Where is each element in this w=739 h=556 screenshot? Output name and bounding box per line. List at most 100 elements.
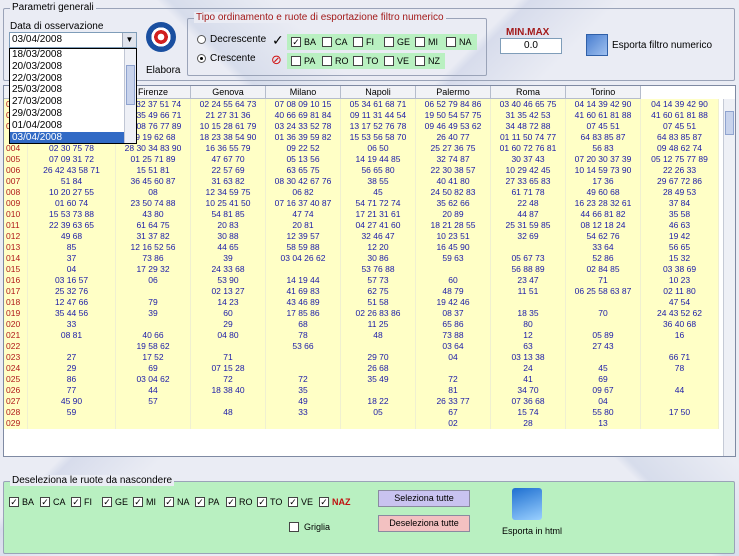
table-row[interactable]: 008 10 20 27 55 08 12 34 59 75 06 82 45 24 50 … (4, 187, 725, 198)
table-row[interactable]: 019 35 44 56 39 60 17 85 86 02 26 83 86 08 37 1… (4, 308, 725, 319)
table-row[interactable]: 016 03 16 57 06 53 90 14 19 44 57 73 60 23 47 71… (4, 275, 725, 286)
wheel-label: NA (459, 37, 472, 47)
export-filter-button-label[interactable]: Esporta filtro numerico (612, 40, 712, 51)
scroll-thumb[interactable] (126, 65, 135, 105)
checkbox-wheel-ve[interactable] (384, 56, 394, 66)
table-row[interactable]: 007 51 84 36 45 60 87 31 63 82 08 30 42 67 7… (4, 176, 725, 187)
table-cell: 06 82 (266, 187, 341, 198)
hide-checkbox-ba[interactable]: ✓ (9, 497, 19, 507)
date-option[interactable]: 18/03/2008 (10, 49, 136, 61)
hide-checkbox-ge[interactable]: ✓ (102, 497, 112, 507)
table-row[interactable]: 011 22 39 63 65 61 64 75 20 83 20 81 04 27 41… (4, 220, 725, 231)
date-option[interactable]: 27/03/2008 (10, 96, 136, 108)
export-html-icon[interactable] (512, 488, 542, 520)
table-row[interactable]: 026 77 44 18 38 40 35 81 34 70 09 67 44 (4, 385, 725, 396)
column-header[interactable]: Genova (191, 86, 266, 99)
table-row[interactable]: 020 33 29 68 11 25 65 86 80 36 40 68 (4, 319, 725, 330)
target-icon[interactable] (146, 22, 176, 52)
export-html-button-label[interactable]: Esporta in html (502, 526, 562, 536)
table-cell: 56 83 (566, 143, 641, 154)
column-header[interactable]: Milano (266, 86, 341, 99)
table-row[interactable]: 013 85 12 16 52 56 44 65 58 59 88 12 20 16 45 … (4, 242, 725, 253)
hide-checkbox-naz[interactable]: ✓ (319, 497, 329, 507)
grid-vertical-scrollbar[interactable] (723, 99, 735, 456)
table-row[interactable]: 012 49 68 31 37 82 30 88 12 39 57 32 46 47 10 … (4, 231, 725, 242)
checkbox-wheel-to[interactable] (353, 56, 363, 66)
date-option-selected[interactable]: 03/04/2008 (10, 131, 136, 144)
column-header[interactable]: Napoli (341, 86, 416, 99)
hide-checkbox-ve[interactable]: ✓ (288, 497, 298, 507)
row-number: 004 (4, 143, 28, 154)
table-row[interactable]: 024 29 69 07 15 28 26 68 24 45 78 (4, 363, 725, 374)
date-dropdown-list[interactable]: 18/03/2008 20/03/2008 22/03/2008 25/03/2… (9, 48, 137, 144)
column-header[interactable]: Palermo (416, 86, 491, 99)
row-number: 025 (4, 374, 28, 385)
checkbox-wheel-ba[interactable]: ✓ (291, 37, 301, 47)
row-number: 007 (4, 176, 28, 187)
table-row[interactable]: 015 04 17 29 32 24 33 68 53 76 88 56 88 89 02 … (4, 264, 725, 275)
table-row[interactable]: 006 26 42 43 58 71 15 51 81 22 57 69 63 65 7… (4, 165, 725, 176)
hide-checkbox-fi[interactable]: ✓ (71, 497, 81, 507)
export-filter-icon[interactable] (586, 34, 608, 56)
table-cell: 18 38 40 (191, 385, 266, 396)
table-row[interactable]: 025 86 03 04 62 72 72 35 49 72 41 69 (4, 374, 725, 385)
checkbox-wheel-ca[interactable] (322, 37, 332, 47)
date-option[interactable]: 29/03/2008 (10, 108, 136, 120)
table-row[interactable]: 017 25 32 76 02 13 27 41 69 83 62 75 48 79 11 … (4, 286, 725, 297)
checkbox-wheel-ro[interactable] (322, 56, 332, 66)
hide-checkbox-to[interactable]: ✓ (257, 497, 267, 507)
table-row[interactable]: 029 02 28 13 (4, 418, 725, 429)
table-row[interactable]: 022 19 58 62 53 66 03 64 63 27 43 (4, 341, 725, 352)
table-cell: 31 35 42 53 (491, 110, 566, 121)
select-all-button[interactable]: Seleziona tutte (378, 490, 470, 507)
table-cell: 04 (28, 264, 116, 275)
table-row[interactable]: 009 01 60 74 23 50 74 88 10 25 41 50 07 16 3… (4, 198, 725, 209)
hide-checkbox-pa[interactable]: ✓ (195, 497, 205, 507)
hide-checkbox-mi[interactable]: ✓ (133, 497, 143, 507)
table-cell: 04 27 41 60 (341, 220, 416, 231)
chevron-down-icon[interactable]: ▼ (122, 33, 136, 47)
table-cell: 03 04 26 62 (266, 253, 341, 264)
table-row[interactable]: 010 15 53 73 88 43 80 54 81 85 47 74 17 21 31… (4, 209, 725, 220)
elabora-button-label[interactable]: Elabora (146, 65, 180, 76)
table-row[interactable]: 021 08 81 40 66 04 80 78 48 73 88 12 05 89 16 (4, 330, 725, 341)
table-row[interactable]: 027 45 90 57 49 18 22 26 33 77 07 36 68 04 (4, 396, 725, 407)
deselect-all-button[interactable]: Deseleziona tutte (378, 515, 470, 532)
table-row[interactable]: 005 07 09 31 72 01 25 71 89 47 67 70 05 13 5… (4, 154, 725, 165)
checkbox-wheel-na[interactable] (446, 37, 456, 47)
hide-checkbox-ro[interactable]: ✓ (226, 497, 236, 507)
wheel-label: BA (304, 37, 317, 47)
table-row[interactable]: 018 12 47 66 79 14 23 43 46 89 51 58 19 42 46 4… (4, 297, 725, 308)
table-cell: 19 50 54 57 75 (416, 110, 491, 121)
date-option[interactable]: 01/04/2008 (10, 120, 136, 132)
table-row[interactable]: 023 27 17 52 71 29 70 04 03 13 38 66 71 (4, 352, 725, 363)
column-header[interactable]: Roma (491, 86, 566, 99)
table-row[interactable]: 014 37 73 86 39 03 04 26 62 30 86 59 63 05 67 7… (4, 253, 725, 264)
hide-checkbox-ca[interactable]: ✓ (40, 497, 50, 507)
table-cell: 05 89 (566, 330, 641, 341)
radio-ascending[interactable] (197, 54, 206, 63)
table-cell: 37 (28, 253, 116, 264)
dropdown-scrollbar[interactable] (124, 49, 136, 143)
date-combobox[interactable]: 03/04/2008 ▼ (9, 32, 137, 48)
date-option[interactable]: 22/03/2008 (10, 73, 136, 85)
date-option[interactable]: 20/03/2008 (10, 61, 136, 73)
date-option[interactable]: 25/03/2008 (10, 84, 136, 96)
checkbox-wheel-ge[interactable] (384, 37, 394, 47)
table-cell: 09 48 62 74 (641, 143, 719, 154)
scroll-thumb[interactable] (725, 111, 734, 135)
table-row[interactable]: 028 59 48 33 05 67 15 74 55 80 17 50 (4, 407, 725, 418)
checkbox-grid[interactable] (289, 522, 299, 532)
hide-checkbox-na[interactable]: ✓ (164, 497, 174, 507)
table-row[interactable]: 004 02 30 75 78 28 30 34 83 90 16 36 55 79 0… (4, 143, 725, 154)
checkbox-wheel-fi[interactable] (353, 37, 363, 47)
table-cell: 04 80 (191, 330, 266, 341)
column-header[interactable]: Torino (566, 86, 641, 99)
table-cell: 02 (416, 418, 491, 429)
checkbox-wheel-mi[interactable] (415, 37, 425, 47)
radio-descending[interactable] (197, 35, 206, 44)
table-cell: 02 13 27 (191, 286, 266, 297)
checkbox-wheel-pa[interactable] (291, 56, 301, 66)
minmax-input[interactable]: 0.0 (500, 38, 562, 54)
checkbox-wheel-nz[interactable] (415, 56, 425, 66)
